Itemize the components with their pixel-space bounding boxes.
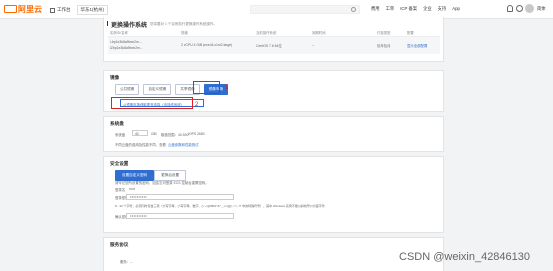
- search-input[interactable]: [250, 5, 360, 14]
- col-instance: 实例ID/名称: [110, 31, 128, 35]
- disk-size-range: 取值范围：40-500: [161, 133, 189, 137]
- aliyun-logo-mark-icon: [4, 5, 17, 13]
- aliyun-logo[interactable]: 阿里云: [4, 4, 42, 15]
- disk-size-label: 系统盘: [115, 133, 126, 137]
- annotation-1: 1: [225, 85, 229, 91]
- show-config-link[interactable]: 显示全部配置: [407, 43, 427, 48]
- disk-size-unit: GiB: [151, 132, 157, 136]
- annotation-2: 2: [195, 102, 199, 108]
- instance-os: CentOS 7.6 64位: [256, 44, 282, 48]
- col-pay-type: 付费类型: [377, 31, 391, 35]
- page-title: 更换操作系统: [111, 23, 148, 29]
- password-rule: 8 - 30 个字符，必须同时包含三项（大写字母、小写字母、数字、()`~!@#…: [115, 204, 325, 208]
- nav-enterprise[interactable]: 企业: [423, 6, 432, 12]
- language-switch[interactable]: 简体: [537, 6, 546, 12]
- security-section-title: 安全设置: [110, 161, 129, 166]
- instance-expiry: --: [312, 43, 315, 47]
- nav-app[interactable]: App: [452, 6, 460, 12]
- instance-pay-type: 包年包月: [377, 44, 391, 48]
- help-icon[interactable]: [516, 5, 523, 12]
- password-field[interactable]: ••••••••••: [126, 194, 234, 200]
- tab-custom-image[interactable]: 自定义镜像: [143, 84, 172, 95]
- disk-iops: IOPS 2680: [188, 132, 205, 136]
- image-section-title: 镜像: [110, 75, 120, 80]
- col-spec: 规格: [181, 31, 188, 35]
- nav-fees[interactable]: 费用: [371, 6, 380, 12]
- region-selector[interactable]: 华东1(杭州): [76, 5, 108, 15]
- instance-name: iZbp1e3k8a9bxe2m...: [110, 46, 143, 50]
- title-accent-bar: [107, 21, 108, 26]
- instance-spec: 2 vCPU 4 GiB (ecs.t6-c1m2.large): [181, 43, 233, 47]
- col-expiry: 到期时间: [312, 31, 326, 35]
- workspace-link[interactable]: 工作台: [50, 7, 71, 13]
- service-agreement-panel: 服务协议 服务：--: [103, 237, 444, 271]
- confirm-password-field[interactable]: ••••••••••: [126, 213, 234, 219]
- tab-public-image[interactable]: 公共镜像: [115, 84, 140, 95]
- security-desc: 请牢记您所设置的密码，如遗忘可登录 ECS 控制台重置密码。: [115, 181, 209, 185]
- image-panel: 镜像 公共镜像 自定义镜像 共享镜像 镜像市场 1 从镜像市场获取更多选择（含操…: [103, 70, 444, 112]
- disk-hint: 不同云盘的费用及性能不同，查看: [115, 143, 166, 147]
- service-section-title: 服务协议: [110, 242, 129, 247]
- login-name-label: 登录名: [115, 188, 126, 192]
- bell-icon[interactable]: [507, 5, 513, 12]
- logo-text: 阿里云: [18, 5, 42, 14]
- instance-header-panel: 更换操作系统 您将要对 1 个实例执行更换操作系统操作。 实例ID/名称 规格 …: [103, 17, 444, 62]
- home-icon: [50, 7, 55, 13]
- system-disk-panel: 系统盘 系统盘 40 GiB 取值范围：40-500 IOPS 2680 不同云…: [103, 116, 444, 152]
- disk-size-input[interactable]: 40: [132, 130, 148, 136]
- page-note: 您将要对 1 个实例执行更换操作系统操作。: [150, 21, 217, 26]
- col-os: 当前操作系统: [256, 31, 277, 35]
- csdn-watermark: CSDN @weixin_42846130: [399, 251, 531, 263]
- table-row: i-bp1e3k8a9bxe2m... iZbp1e3k8a9bxe2m... …: [108, 36, 440, 54]
- nav-support[interactable]: 支持: [438, 6, 447, 12]
- nav-tickets[interactable]: 工单: [386, 6, 395, 12]
- instance-id: i-bp1e3k8a9bxe2m...: [110, 40, 142, 44]
- disk-section-title: 系统盘: [110, 121, 124, 126]
- login-name-value: root: [129, 187, 135, 191]
- col-config: 配置: [407, 31, 414, 35]
- avatar[interactable]: [525, 4, 534, 13]
- search-icon: [351, 7, 356, 12]
- security-panel: 安全设置 设置自定义密码 更换后设置 请牢记您所设置的密码，如遗忘可登录 ECS…: [103, 156, 444, 233]
- nav-icp[interactable]: ICP 备案: [400, 6, 417, 12]
- workspace-label: 工作台: [57, 7, 71, 12]
- highlight-box-2: [111, 97, 193, 109]
- service-line: 服务：--: [120, 260, 133, 264]
- disk-perf-link[interactable]: 云盘参数和性能测试: [168, 142, 199, 147]
- highlight-box-1: [193, 81, 220, 94]
